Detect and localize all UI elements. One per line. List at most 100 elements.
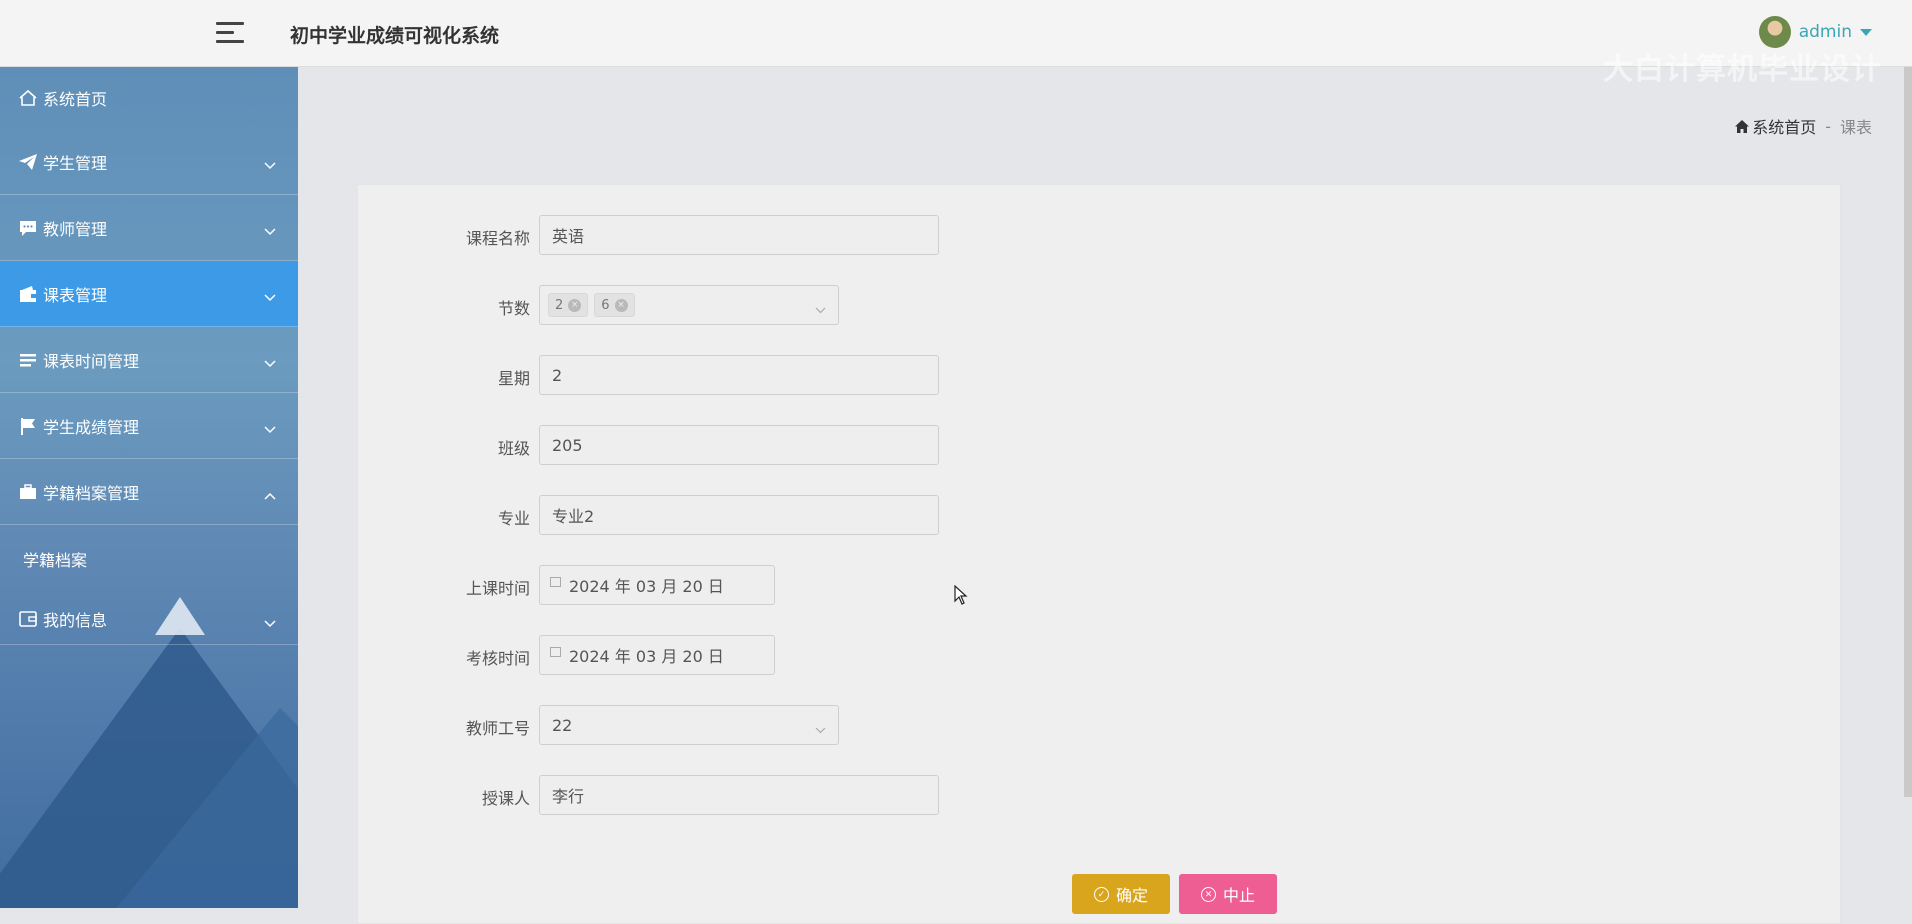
sidebar-subitem-label: 学籍档案	[23, 551, 88, 570]
cancel-button-label: 中止	[1222, 888, 1255, 905]
form-row-weekday: 星期 2	[358, 355, 1840, 395]
sidebar-item-label: 学籍档案管理	[43, 483, 140, 503]
class-input[interactable]: 205	[539, 425, 939, 465]
confirm-button-label: 确定	[1115, 888, 1148, 905]
session-tag: 2 ×	[548, 293, 589, 317]
weekday-label: 星期	[497, 369, 530, 388]
exam-time-label: 考核时间	[465, 649, 530, 668]
briefcase-icon	[18, 482, 38, 502]
weekday-value: 2	[552, 365, 563, 385]
teacher-id-label: 教师工号	[465, 719, 530, 738]
sidebar-subitem-archive[interactable]: 学籍档案	[0, 525, 298, 593]
home-icon	[18, 88, 38, 108]
form-row-course-name: 课程名称 英语	[358, 215, 1840, 255]
form-row-exam-time: 考核时间 2024 年 03 月 20 日	[358, 635, 1840, 675]
sidebar-item-label: 学生管理	[43, 153, 108, 173]
user-menu[interactable]: admin	[1758, 14, 1872, 50]
exam-time-datepicker[interactable]: 2024 年 03 月 20 日	[539, 635, 775, 675]
sidebar-item-home[interactable]: 系统首页	[0, 67, 298, 129]
major-value: 专业2	[552, 507, 595, 526]
breadcrumb-separator: -	[1825, 116, 1831, 136]
exam-time-value: 2024 年 03 月 20 日	[569, 647, 724, 666]
sessions-label: 节数	[497, 299, 530, 318]
chevron-down-icon	[815, 299, 826, 318]
chevron-up-icon	[264, 485, 276, 504]
chevron-down-icon	[264, 419, 276, 438]
card-icon	[18, 609, 38, 629]
breadcrumb: 系统首页 - 课表	[1735, 114, 1872, 138]
teacher-id-value: 22	[552, 715, 573, 735]
breadcrumb-home[interactable]: 系统首页	[1735, 114, 1816, 138]
avatar	[1758, 16, 1791, 48]
class-time-label: 上课时间	[465, 579, 530, 598]
course-name-value: 英语	[552, 227, 585, 246]
tag-close-icon[interactable]: ×	[568, 298, 582, 312]
tag-close-icon[interactable]: ×	[614, 298, 628, 312]
class-label: 班级	[497, 439, 530, 458]
user-name: admin	[1798, 22, 1852, 42]
list-icon	[18, 350, 38, 370]
lecturer-value: 李行	[552, 787, 585, 806]
sessions-multiselect[interactable]: 2 × 6 ×	[539, 285, 839, 325]
major-label: 专业	[497, 509, 530, 528]
chevron-down-icon	[264, 353, 276, 372]
caret-down-icon	[1860, 28, 1872, 36]
session-tag-label: 2	[555, 297, 564, 313]
calendar-icon	[550, 647, 561, 657]
sidebar-item-label: 课表管理	[43, 285, 108, 305]
breadcrumb-home-label: 系统首页	[1752, 118, 1817, 137]
sidebar-item-grades[interactable]: 学生成绩管理	[0, 393, 298, 459]
app-title: 初中学业成绩可视化系统	[290, 25, 500, 47]
class-time-datepicker[interactable]: 2024 年 03 月 20 日	[539, 565, 775, 605]
sidebar-item-label: 我的信息	[43, 610, 108, 630]
wallet-icon	[18, 284, 38, 304]
page-scrollbar[interactable]	[1904, 67, 1912, 797]
cancel-button[interactable]: ✕ 中止	[1179, 874, 1277, 914]
major-input[interactable]: 专业2	[539, 495, 939, 535]
form-row-class: 班级 205	[358, 425, 1840, 465]
sidebar-item-label: 学生成绩管理	[43, 417, 140, 437]
lecturer-input[interactable]: 李行	[539, 775, 939, 815]
breadcrumb-current: 课表	[1839, 118, 1872, 137]
sidebar-item-label: 教师管理	[43, 219, 108, 239]
watermark: 大白计算机毕业设计	[1603, 52, 1882, 87]
sidebar-item-my-info[interactable]: 我的信息	[0, 593, 298, 645]
weekday-input[interactable]: 2	[539, 355, 939, 395]
sidebar-item-teachers[interactable]: 教师管理	[0, 195, 298, 261]
timetable-form-card: 课程名称 英语 节数 2 × 6 × 星期 2 班级 205 专业 专业2 上课…	[357, 184, 1841, 924]
home-icon	[1735, 119, 1750, 133]
course-name-label: 课程名称	[465, 229, 530, 248]
sidebar-item-archives[interactable]: 学籍档案管理	[0, 459, 298, 525]
chevron-down-icon	[264, 155, 276, 174]
sidebar: 系统首页 学生管理 教师管理 课表管理 课表时间管理 学生成绩管理 学籍档案管理…	[0, 67, 298, 908]
form-row-teacher-id: 教师工号 22	[358, 705, 1840, 745]
teacher-id-select[interactable]: 22	[539, 705, 839, 745]
form-row-sessions: 节数 2 × 6 ×	[358, 285, 1840, 325]
flag-icon	[18, 416, 38, 436]
sidebar-item-label: 课表时间管理	[43, 351, 140, 371]
sidebar-background-mountain-2	[100, 708, 298, 908]
check-circle-icon: ✓	[1093, 886, 1109, 902]
close-circle-icon: ✕	[1200, 886, 1216, 902]
top-bar: 初中学业成绩可视化系统 大白计算机毕业设计 admin	[0, 0, 1912, 87]
course-name-input[interactable]: 英语	[539, 215, 939, 255]
chevron-down-icon	[264, 613, 276, 632]
sidebar-item-timetable-time[interactable]: 课表时间管理	[0, 327, 298, 393]
lecturer-label: 授课人	[481, 789, 530, 808]
chevron-down-icon	[264, 221, 276, 240]
class-time-value: 2024 年 03 月 20 日	[569, 577, 724, 596]
paper-plane-icon	[18, 152, 38, 172]
chevron-down-icon	[264, 287, 276, 306]
mouse-cursor-icon	[954, 585, 968, 605]
form-row-lecturer: 授课人 李行	[358, 775, 1840, 815]
sidebar-item-timetable[interactable]: 课表管理	[0, 261, 298, 327]
session-tag: 6 ×	[594, 293, 635, 317]
confirm-button[interactable]: ✓ 确定	[1072, 874, 1170, 914]
form-row-class-time: 上课时间 2024 年 03 月 20 日	[358, 565, 1840, 605]
sidebar-item-label: 系统首页	[43, 90, 108, 109]
calendar-icon	[550, 577, 561, 587]
class-value: 205	[552, 435, 583, 455]
chevron-down-icon	[815, 719, 826, 738]
menu-toggle-icon[interactable]	[216, 20, 244, 46]
sidebar-item-students[interactable]: 学生管理	[0, 129, 298, 195]
